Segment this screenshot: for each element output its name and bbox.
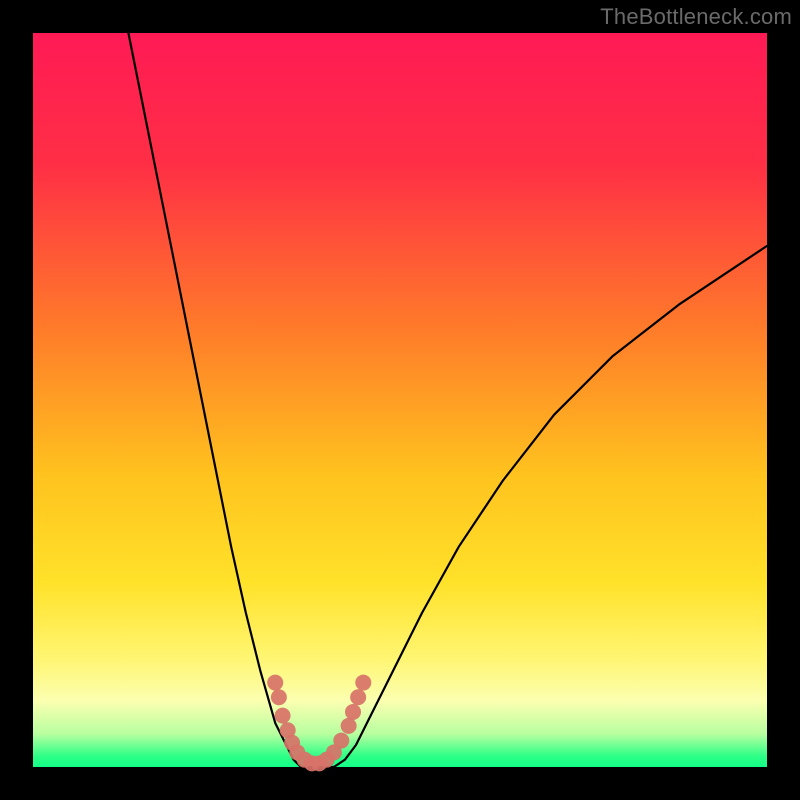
pink-dot [275, 708, 291, 724]
pink-dot [350, 689, 366, 705]
canvas: TheBottleneck.com [0, 0, 800, 800]
attribution-text: TheBottleneck.com [600, 4, 792, 30]
pink-dot [345, 704, 361, 720]
left-curve-line [128, 33, 300, 767]
pink-dot [271, 689, 287, 705]
pink-dot [341, 718, 357, 734]
pink-dot [333, 733, 349, 749]
plot-area [33, 33, 767, 767]
right-curve-line [334, 246, 767, 767]
pink-dots-group [267, 675, 371, 772]
pink-dot [267, 675, 283, 691]
chart [33, 33, 767, 767]
pink-dot [355, 675, 371, 691]
